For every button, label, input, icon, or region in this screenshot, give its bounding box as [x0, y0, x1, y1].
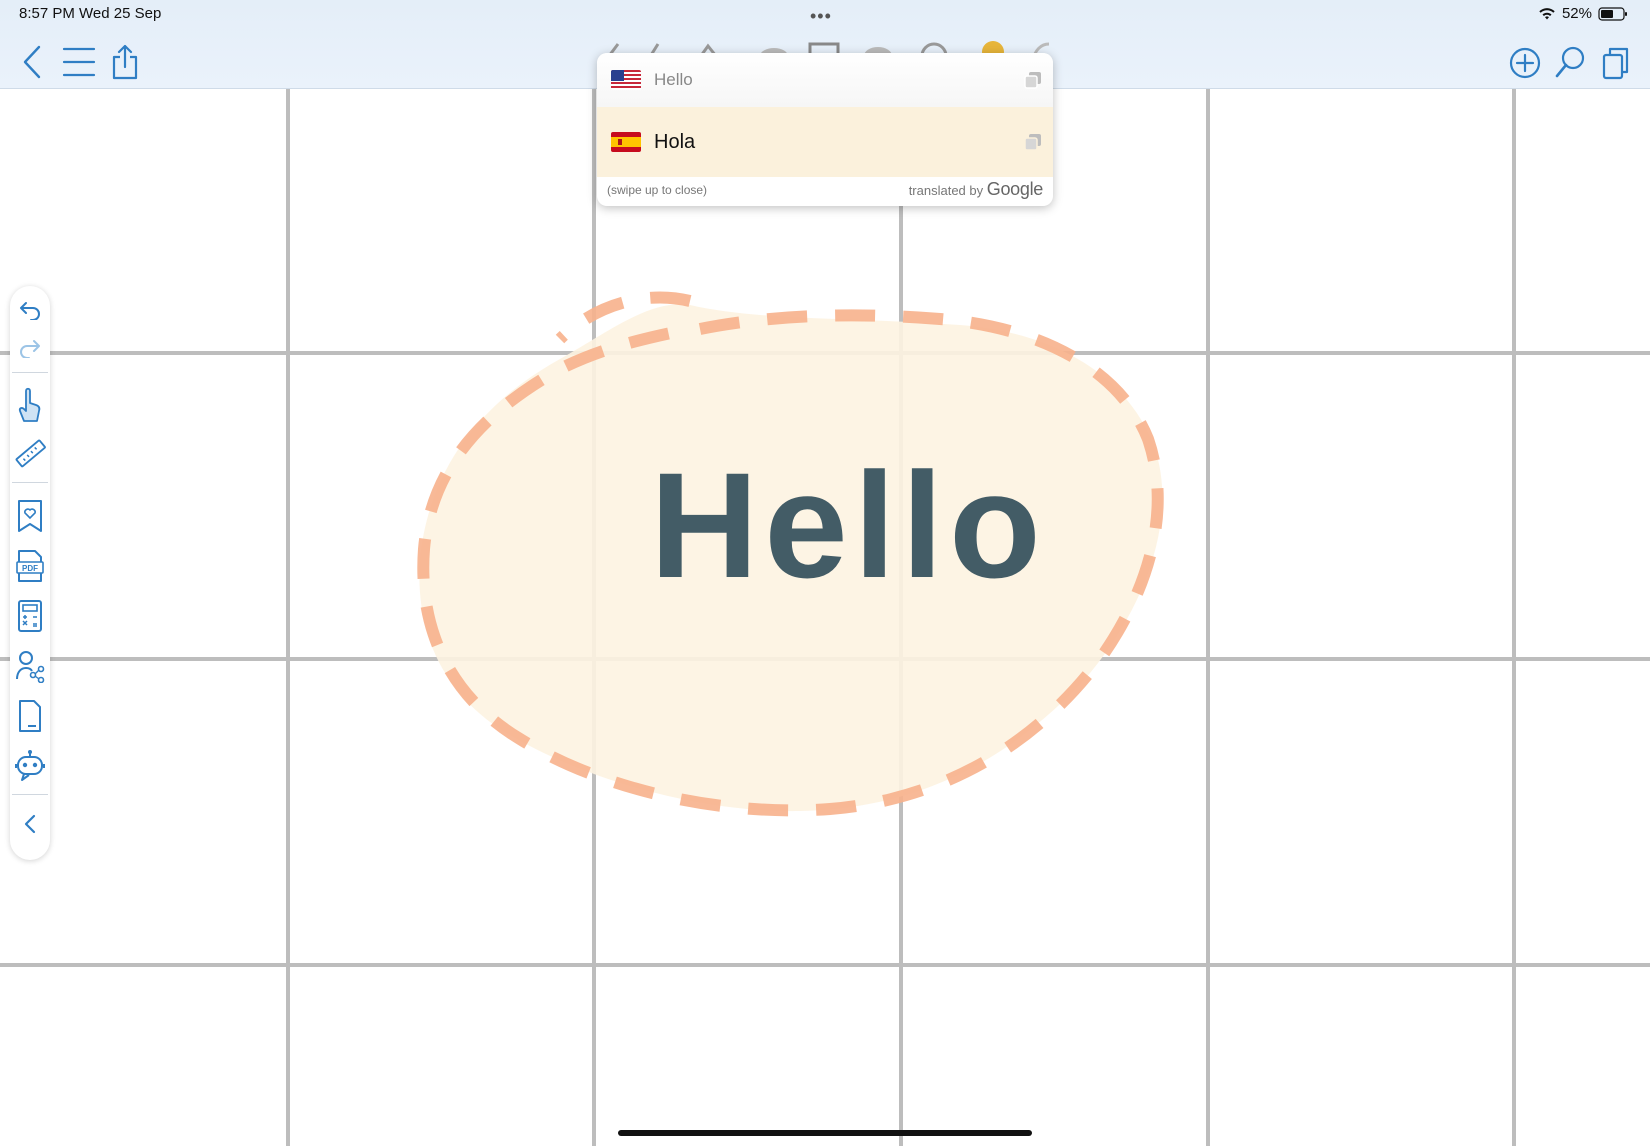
source-text: Hello	[654, 70, 693, 89]
swipe-hint: (swipe up to close)	[607, 183, 708, 197]
assistant-icon[interactable]	[14, 746, 46, 786]
copy-source-icon[interactable]	[1023, 70, 1043, 90]
translation-credit: translated by Google	[908, 179, 1044, 200]
google-logo: Google	[986, 179, 1044, 199]
svg-text:PDF: PDF	[22, 564, 38, 573]
collapse-icon[interactable]	[14, 808, 46, 840]
credit-prefix: translated by	[908, 183, 984, 198]
multitasking-dots[interactable]: •••	[810, 6, 832, 27]
translation-popup[interactable]: Hello Hola (swipe up to close) translate…	[597, 53, 1053, 206]
sidebar-divider	[12, 794, 48, 795]
pages-icon[interactable]	[1602, 46, 1630, 80]
pdf-icon[interactable]: PDF	[14, 546, 46, 586]
target-text: Hola	[654, 130, 696, 153]
sidebar-divider	[12, 372, 48, 373]
sidebar-divider	[12, 482, 48, 483]
search-icon[interactable]	[1554, 46, 1586, 80]
note-canvas[interactable]: Hello	[0, 89, 1650, 1146]
add-icon[interactable]	[1509, 47, 1541, 79]
battery-percent: 52%	[1561, 5, 1592, 22]
share-icon[interactable]	[111, 44, 139, 80]
handwritten-hello: Hello	[650, 441, 1047, 609]
bookmark-icon[interactable]	[14, 496, 46, 536]
source-row[interactable]: Hello	[597, 53, 1053, 107]
status-indicators: 52%	[1538, 5, 1628, 22]
spain-flag-icon	[611, 132, 641, 152]
hand-icon[interactable]	[14, 384, 46, 426]
undo-icon[interactable]	[14, 294, 46, 326]
ruler-icon[interactable]	[14, 434, 46, 474]
status-time-date: 8:57 PM Wed 25 Sep	[19, 5, 162, 22]
page-icon[interactable]	[14, 696, 46, 736]
redo-icon[interactable]	[14, 332, 46, 364]
calculator-icon[interactable]	[14, 596, 46, 636]
home-indicator[interactable]	[618, 1130, 1032, 1136]
battery-icon	[1598, 6, 1627, 21]
menu-icon[interactable]	[62, 46, 96, 78]
wifi-icon	[1539, 7, 1555, 19]
target-row[interactable]: Hola	[597, 107, 1053, 177]
us-flag-icon	[611, 70, 641, 90]
copy-target-icon[interactable]	[1023, 132, 1043, 152]
left-toolbar: PDF	[10, 286, 50, 860]
collaborate-icon[interactable]	[14, 646, 46, 686]
back-icon[interactable]	[20, 44, 44, 80]
